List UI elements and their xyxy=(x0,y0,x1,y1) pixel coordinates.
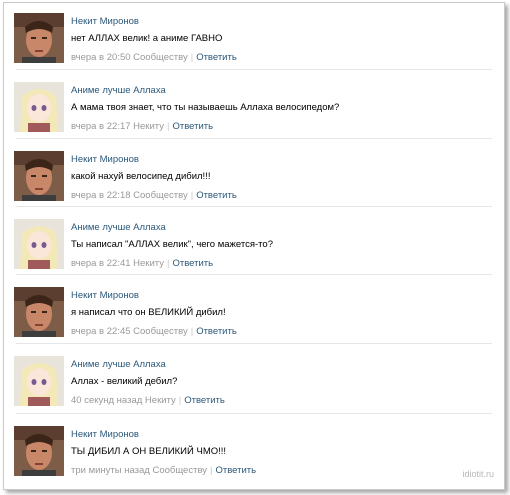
comment-timestamp[interactable]: вчера в 22:17 Некиту xyxy=(71,121,164,132)
comment-timestamp[interactable]: вчера в 20:50 Сообществу xyxy=(71,52,188,63)
comment-meta: вчера в 20:50 Сообществу | Ответить xyxy=(71,51,494,65)
comment-list: Некит Миронов нет АЛЛАХ велик! а аниме Г… xyxy=(4,3,504,489)
comment-author-link[interactable]: Некит Миронов xyxy=(71,153,494,167)
comment-text: А мама твоя знает, что ты называешь Алла… xyxy=(71,102,340,113)
comment-timestamp[interactable]: 40 секунд назад Некиту xyxy=(71,395,176,406)
avatar[interactable] xyxy=(14,13,64,63)
anime-avatar-icon xyxy=(14,219,64,269)
anime-avatar-icon xyxy=(14,82,64,132)
comment-author-link[interactable]: Некит Миронов xyxy=(71,428,494,442)
meta-separator: | xyxy=(190,52,194,63)
comment-author-link[interactable]: Аниме лучше Аллаха xyxy=(71,221,494,235)
meta-separator: | xyxy=(178,395,182,406)
comment-author-link[interactable]: Некит Миронов xyxy=(71,15,494,29)
comment-item: Некит Миронов я написал что он ВЕЛИКИЙ д… xyxy=(4,274,504,345)
comment-item: Некит Миронов нет АЛЛАХ велик! а аниме Г… xyxy=(4,3,504,71)
comment-text: нет АЛЛАХ велик! а аниме ГАВНО xyxy=(71,33,223,44)
man-avatar-icon xyxy=(14,287,64,337)
comment-item: Некит Миронов ТЫ ДИБИЛ А ОН ВЕЛИКИЙ ЧМО!… xyxy=(4,413,504,484)
comment-meta: 40 секунд назад Некиту | Ответить xyxy=(71,394,494,408)
meta-separator: | xyxy=(190,326,194,337)
meta-separator: | xyxy=(166,121,170,132)
comment-text: какой нахуй велосипед дибил!!! xyxy=(71,171,211,182)
reply-link[interactable]: Ответить xyxy=(172,121,213,132)
meta-separator: | xyxy=(190,190,194,201)
man-avatar-icon xyxy=(14,13,64,63)
comment-author-link[interactable]: Аниме лучше Аллаха xyxy=(71,84,494,98)
man-avatar-icon xyxy=(14,151,64,201)
comment-item: Некит Миронов какой нахуй велосипед диби… xyxy=(4,138,504,209)
comment-meta: три минуты назад Сообществу | Ответить xyxy=(71,464,494,478)
comment-author-link[interactable]: Некит Миронов xyxy=(71,289,494,303)
comment-item: Аниме лучше Аллаха А мама твоя знает, чт… xyxy=(4,69,504,140)
comment-timestamp[interactable]: вчера в 22:41 Некиту xyxy=(71,258,164,269)
avatar[interactable] xyxy=(14,151,64,201)
comment-meta: вчера в 22:18 Сообществу | Ответить xyxy=(71,189,494,203)
reply-link[interactable]: Ответить xyxy=(172,258,213,269)
comments-panel: Некит Миронов нет АЛЛАХ велик! а аниме Г… xyxy=(3,2,505,490)
avatar[interactable] xyxy=(14,356,64,406)
comment-timestamp[interactable]: вчера в 22:18 Сообществу xyxy=(71,190,188,201)
anime-avatar-icon xyxy=(14,356,64,406)
avatar[interactable] xyxy=(14,82,64,132)
comment-text: ТЫ ДИБИЛ А ОН ВЕЛИКИЙ ЧМО!!! xyxy=(71,446,227,457)
comment-author-link[interactable]: Аниме лучше Аллаха xyxy=(71,358,494,372)
reply-link[interactable]: Ответить xyxy=(196,52,237,63)
avatar[interactable] xyxy=(14,426,64,476)
comment-timestamp[interactable]: три минуты назад Сообществу xyxy=(71,465,207,476)
comment-meta: вчера в 22:17 Некиту | Ответить xyxy=(71,120,494,134)
comment-text: Ты написал "АЛЛАХ велик", чего мажется-т… xyxy=(71,239,273,250)
meta-separator: | xyxy=(166,258,170,269)
comment-text: я написал что он ВЕЛИКИЙ дибил! xyxy=(71,307,226,318)
comment-meta: вчера в 22:41 Некиту | Ответить xyxy=(71,257,494,271)
reply-link[interactable]: Ответить xyxy=(196,326,237,337)
comment-meta: вчера в 22:45 Сообществу | Ответить xyxy=(71,325,494,339)
avatar[interactable] xyxy=(14,287,64,337)
man-avatar-icon xyxy=(14,426,64,476)
reply-link[interactable]: Ответить xyxy=(196,190,237,201)
watermark: idiotit.ru xyxy=(462,469,494,479)
avatar[interactable] xyxy=(14,219,64,269)
comment-timestamp[interactable]: вчера в 22:45 Сообществу xyxy=(71,326,188,337)
comment-item: Аниме лучше Аллаха Ты написал "АЛЛАХ вел… xyxy=(4,206,504,277)
meta-separator: | xyxy=(210,465,213,476)
reply-link[interactable]: Ответить xyxy=(184,395,225,406)
comment-item: Аниме лучше Аллаха Аллах - великий дебил… xyxy=(4,343,504,414)
reply-link[interactable]: Ответить xyxy=(216,465,257,476)
comment-text: Аллах - великий дебил? xyxy=(71,376,178,387)
